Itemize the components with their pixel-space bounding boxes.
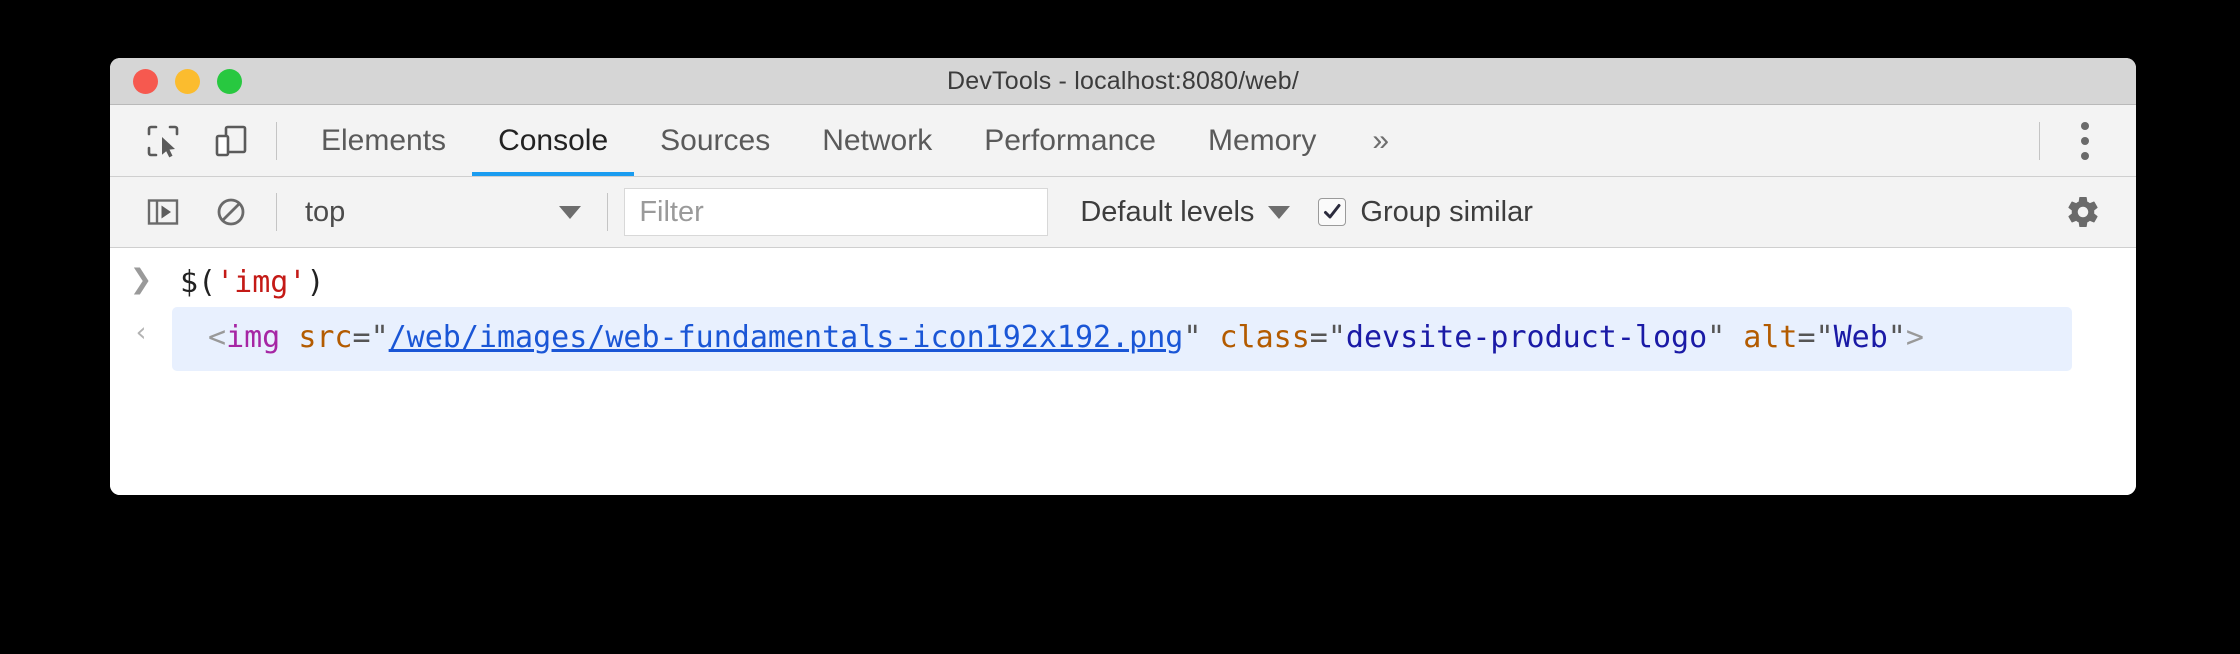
execution-context-label: top: [305, 195, 346, 228]
close-window-button[interactable]: [133, 68, 158, 94]
code-token: =: [352, 320, 371, 355]
console-result-value[interactable]: <img src="/web/images/web-fundamentals-i…: [172, 307, 2072, 371]
tab-performance[interactable]: Performance: [958, 105, 1182, 176]
console-messages: ❯ $('img') ‹ <img src="/web/images/web-f…: [110, 248, 2136, 495]
code-token: >: [1905, 320, 1924, 355]
result-src-link[interactable]: /web/images/web-fundamentals-icon192x192…: [389, 320, 1184, 355]
tab-label: Elements: [321, 123, 447, 157]
gear-icon[interactable]: [2056, 185, 2110, 239]
filter-divider: [607, 193, 609, 231]
code-token: ": [1327, 320, 1346, 355]
code-token: <: [208, 320, 227, 355]
window-title: DevTools - localhost:8080/web/: [946, 67, 1300, 95]
kebab-menu-icon[interactable]: [2058, 114, 2112, 168]
clear-console-icon[interactable]: [204, 185, 258, 239]
traffic-lights: [133, 68, 242, 94]
more-tabs-label: »: [1372, 123, 1390, 157]
code-token: img: [226, 320, 281, 355]
code-token: src: [298, 320, 353, 355]
code-token: ": [1887, 320, 1906, 355]
code-token: ": [1183, 320, 1202, 355]
group-similar-label: Group similar: [1360, 195, 1533, 228]
tab-label: Network: [822, 123, 933, 157]
console-toolbar-right: [2056, 185, 2136, 239]
code-token: ": [1707, 320, 1726, 355]
result-html-markup: <img src="/web/images/web-fundamentals-i…: [208, 314, 2072, 362]
code-token: ): [306, 265, 325, 300]
result-class-value: devsite-product-logo: [1345, 320, 1708, 355]
code-token: 'img': [216, 265, 307, 300]
devtools-window: DevTools - localhost:8080/web/ Elements …: [110, 58, 2136, 495]
code-token: =: [1797, 320, 1816, 355]
execution-context-select[interactable]: top: [305, 195, 582, 229]
prompt-gutter: ❯: [110, 254, 172, 293]
code-token: alt: [1743, 320, 1798, 355]
toolbar-divider: [276, 121, 277, 160]
console-toolbar: top Default levels Group similar: [110, 177, 2136, 248]
tab-memory[interactable]: Memory: [1182, 105, 1342, 176]
prompt-arrow-icon: ❯: [129, 264, 153, 295]
chevron-down-icon: [559, 205, 582, 219]
tab-sources[interactable]: Sources: [634, 105, 796, 176]
device-toolbar-icon[interactable]: [204, 114, 258, 168]
inspect-element-icon[interactable]: [136, 114, 190, 168]
tab-console[interactable]: Console: [472, 105, 635, 176]
code-token: ": [370, 320, 389, 355]
window-titlebar: DevTools - localhost:8080/web/: [110, 58, 2136, 105]
tab-label: Console: [498, 123, 609, 157]
console-input-line[interactable]: ❯ $('img'): [110, 254, 2136, 307]
tabbar-right-divider: [2039, 121, 2040, 160]
panel-tabs: Elements Console Sources Network Perform…: [295, 105, 1419, 176]
log-levels-label: Default levels: [1080, 195, 1255, 228]
minimize-window-button[interactable]: [175, 68, 200, 94]
more-tabs-icon[interactable]: »: [1342, 105, 1419, 176]
console-input-expression: $('img'): [172, 254, 325, 307]
tab-label: Performance: [984, 123, 1156, 157]
console-toolbar-divider: [276, 193, 277, 231]
tab-network[interactable]: Network: [796, 105, 958, 176]
tab-elements[interactable]: Elements: [295, 105, 472, 176]
result-gutter: ‹: [110, 307, 172, 346]
log-levels-select[interactable]: Default levels: [1080, 195, 1291, 229]
group-similar-checkbox[interactable]: [1318, 198, 1347, 226]
result-arrow-icon: ‹: [135, 317, 147, 348]
code-token: $(: [180, 265, 217, 300]
tab-label: Memory: [1207, 123, 1317, 157]
code-token: =: [1309, 320, 1328, 355]
code-token: ": [1815, 320, 1834, 355]
result-alt-value: Web: [1833, 320, 1888, 355]
devtools-tabbar: Elements Console Sources Network Perform…: [110, 105, 2136, 177]
console-sidebar-icon[interactable]: [136, 185, 190, 239]
code-token: class: [1219, 320, 1310, 355]
tab-label: Sources: [660, 123, 771, 157]
tabbar-right-group: [2021, 114, 2136, 168]
zoom-window-button[interactable]: [217, 68, 242, 94]
filter-input[interactable]: [624, 188, 1049, 236]
chevron-down-icon: [1268, 205, 1291, 219]
group-similar-toggle[interactable]: Group similar: [1318, 195, 1533, 229]
